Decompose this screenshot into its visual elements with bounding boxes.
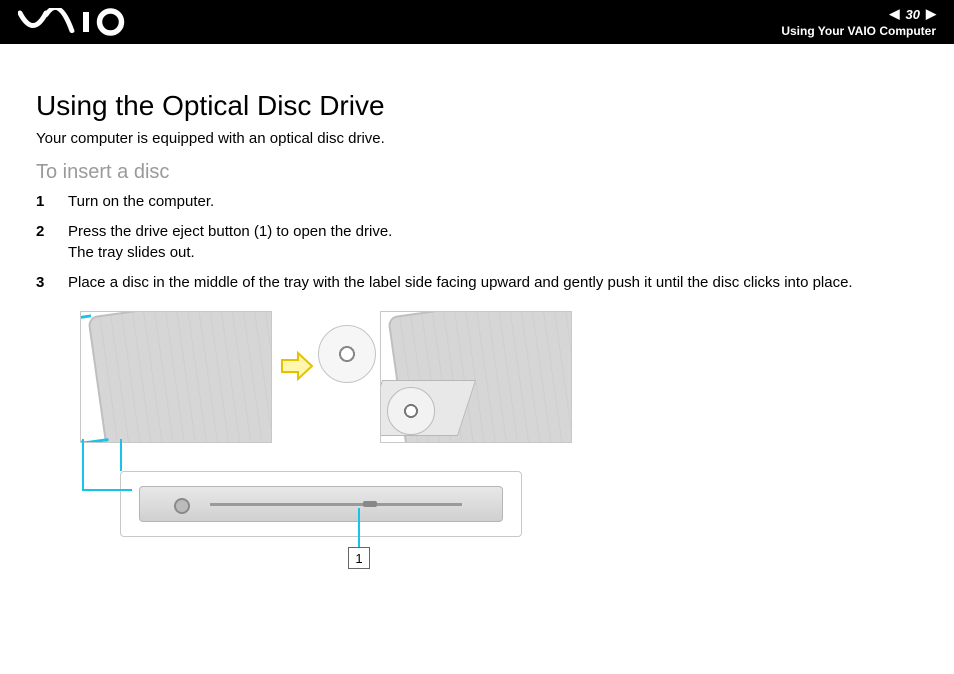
vaio-logo bbox=[18, 8, 138, 36]
step-text: Turn on the computer. bbox=[68, 192, 214, 212]
disc-icon bbox=[318, 325, 376, 383]
figure-laptop-open-tray bbox=[380, 311, 572, 443]
section-subhead: To insert a disc bbox=[36, 161, 918, 184]
step-item: Turn on the computer. bbox=[36, 192, 918, 212]
page-nav: ◀ 30 ▶ bbox=[890, 6, 936, 22]
page-number: 30 bbox=[906, 7, 920, 22]
step-text: Press the drive eject button (1) to open… bbox=[68, 222, 392, 263]
steps-list: Turn on the computer. Press the drive ej… bbox=[36, 192, 918, 293]
callout-line bbox=[358, 508, 360, 548]
prev-page-icon[interactable]: ◀ bbox=[890, 6, 900, 22]
eject-button-icon bbox=[363, 501, 377, 507]
breadcrumb[interactable]: Using Your VAIO Computer bbox=[781, 24, 936, 38]
header-bar: ◀ 30 ▶ Using Your VAIO Computer bbox=[0, 0, 954, 44]
step-item: Press the drive eject button (1) to open… bbox=[36, 222, 918, 263]
disc-in-tray-icon bbox=[387, 387, 435, 435]
figure: 1 bbox=[80, 311, 580, 571]
step-arrow-icon bbox=[280, 351, 314, 381]
drive-slot bbox=[210, 503, 462, 506]
figure-laptop-closed bbox=[80, 311, 272, 443]
header-right: ◀ 30 ▶ Using Your VAIO Computer bbox=[781, 6, 936, 38]
page-title: Using the Optical Disc Drive bbox=[36, 90, 918, 122]
callout-line bbox=[82, 489, 132, 491]
page-content: Using the Optical Disc Drive Your comput… bbox=[0, 44, 954, 571]
callout-line bbox=[120, 439, 122, 471]
headphone-jack-icon bbox=[174, 498, 190, 514]
callout-label: 1 bbox=[348, 547, 370, 569]
step-item: Place a disc in the middle of the tray w… bbox=[36, 273, 918, 293]
intro-text: Your computer is equipped with an optica… bbox=[36, 130, 918, 147]
step-text: Place a disc in the middle of the tray w… bbox=[68, 273, 853, 293]
next-page-icon[interactable]: ▶ bbox=[926, 6, 936, 22]
callout-label-text: 1 bbox=[355, 551, 362, 566]
callout-line bbox=[82, 439, 84, 489]
figure-drive-side-view bbox=[120, 471, 522, 537]
